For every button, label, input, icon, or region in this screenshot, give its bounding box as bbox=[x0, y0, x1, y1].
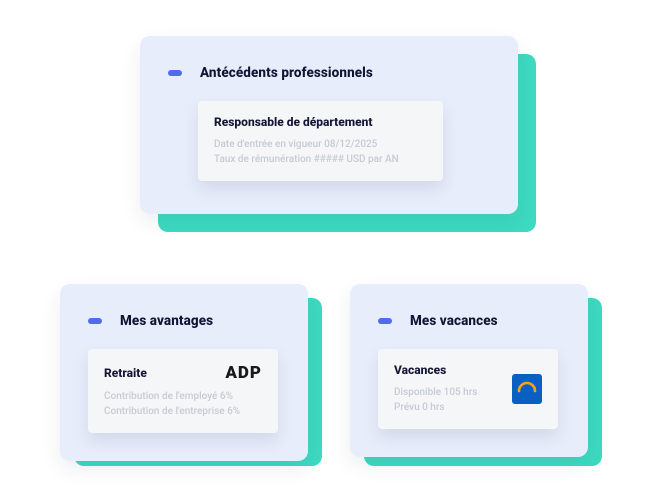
vacation-header-row: Vacances Disponible 105 hrs Prévu 0 hrs bbox=[394, 363, 542, 415]
bullet-icon bbox=[168, 70, 182, 76]
planned-hours: Prévu 0 hrs bbox=[394, 400, 477, 415]
professional-history-card: Antécédents professionnels Responsable d… bbox=[140, 36, 518, 214]
workday-icon bbox=[512, 374, 542, 404]
employee-contribution: Contribution de l'employé 6% bbox=[104, 389, 262, 404]
benefit-title: Retraite bbox=[104, 366, 147, 380]
card-header: Mes vacances bbox=[378, 310, 560, 329]
card-header: Mes avantages bbox=[88, 310, 280, 329]
job-item: Responsable de département Date d'entrée… bbox=[198, 101, 443, 181]
job-title: Responsable de département bbox=[214, 115, 427, 129]
bullet-icon bbox=[88, 318, 102, 324]
card-title: Mes avantages bbox=[120, 313, 213, 329]
card-body: Mes vacances Vacances Disponible 105 hrs… bbox=[350, 284, 588, 457]
card-title: Mes vacances bbox=[410, 313, 498, 329]
card-title: Antécédents professionnels bbox=[200, 65, 373, 81]
effective-date: Date d'entrée en vigueur 08/12/2025 bbox=[214, 137, 427, 152]
card-header: Antécédents professionnels bbox=[168, 62, 490, 81]
vacation-item: Vacances Disponible 105 hrs Prévu 0 hrs bbox=[378, 349, 558, 429]
vacation-title: Vacances bbox=[394, 363, 477, 377]
adp-logo: ADP bbox=[225, 363, 262, 383]
vacation-card: Mes vacances Vacances Disponible 105 hrs… bbox=[350, 284, 588, 452]
pay-rate: Taux de rémunération ##### USD par AN bbox=[214, 152, 427, 167]
available-hours: Disponible 105 hrs bbox=[394, 385, 477, 400]
benefit-header-row: Retraite ADP bbox=[104, 363, 262, 383]
benefits-card: Mes avantages Retraite ADP Contribution … bbox=[60, 284, 308, 452]
company-contribution: Contribution de l'entreprise 6% bbox=[104, 404, 262, 419]
card-body: Mes avantages Retraite ADP Contribution … bbox=[60, 284, 308, 461]
card-body: Antécédents professionnels Responsable d… bbox=[140, 36, 518, 214]
benefit-item: Retraite ADP Contribution de l'employé 6… bbox=[88, 349, 278, 433]
bullet-icon bbox=[378, 318, 392, 324]
